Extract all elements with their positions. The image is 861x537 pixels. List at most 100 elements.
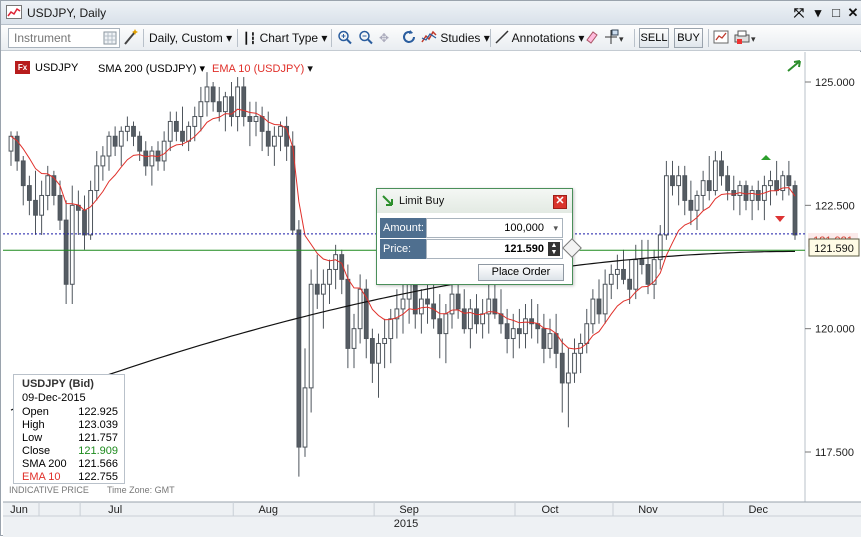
candle[interactable] — [719, 151, 724, 186]
candle[interactable] — [45, 165, 51, 211]
candle[interactable] — [327, 259, 332, 304]
candle[interactable] — [14, 131, 20, 171]
refresh-icon[interactable] — [401, 28, 417, 48]
candle[interactable] — [467, 299, 473, 349]
candle[interactable] — [94, 151, 100, 201]
candle[interactable] — [553, 313, 559, 369]
candle[interactable] — [161, 131, 167, 171]
candle[interactable] — [112, 126, 118, 156]
candle[interactable] — [210, 82, 216, 112]
candle[interactable] — [547, 318, 553, 359]
candle[interactable] — [498, 289, 504, 334]
chart-area[interactable]: 125.000 122.500 120.000 117.500 Jun Jul Aug Se… — [3, 52, 861, 537]
candle[interactable] — [376, 333, 381, 398]
instrument-selector[interactable] — [8, 28, 120, 48]
candle[interactable] — [351, 313, 357, 369]
time-axis[interactable] — [3, 502, 861, 537]
candle[interactable] — [106, 131, 112, 171]
legend-ema[interactable]: EMA 10 (USDJPY) ▾ — [212, 62, 313, 75]
candle[interactable] — [437, 294, 443, 359]
candle[interactable] — [253, 101, 259, 137]
candle[interactable] — [584, 308, 590, 354]
candle[interactable] — [480, 299, 486, 339]
candle[interactable] — [241, 77, 247, 127]
candle[interactable] — [75, 190, 81, 235]
candle[interactable] — [149, 146, 155, 186]
candle[interactable] — [247, 101, 253, 147]
candle[interactable] — [529, 299, 535, 339]
instrument-input[interactable] — [12, 30, 96, 46]
candle[interactable] — [614, 254, 620, 290]
candle[interactable] — [235, 77, 241, 132]
candle[interactable] — [167, 111, 173, 152]
candle[interactable] — [565, 348, 571, 428]
candle[interactable] — [792, 180, 798, 240]
candle[interactable] — [418, 289, 424, 334]
candle[interactable] — [400, 284, 406, 334]
candle[interactable] — [369, 328, 375, 383]
candle[interactable] — [394, 289, 400, 339]
candle[interactable] — [621, 249, 626, 285]
candle[interactable] — [124, 116, 130, 142]
candle[interactable] — [700, 170, 706, 211]
candle[interactable] — [676, 165, 682, 206]
candle[interactable] — [578, 333, 584, 374]
candle[interactable] — [523, 304, 528, 349]
candle[interactable] — [590, 289, 596, 334]
candle[interactable] — [657, 225, 663, 270]
zoom-out-icon[interactable] — [358, 28, 374, 48]
candle[interactable] — [670, 160, 675, 196]
price-axis[interactable] — [805, 52, 861, 502]
candle[interactable] — [706, 156, 712, 201]
candle[interactable] — [768, 170, 773, 206]
candle[interactable] — [780, 170, 786, 201]
candle[interactable] — [449, 284, 455, 329]
annotations-button[interactable]: Annotations ▾ — [495, 28, 584, 48]
candle[interactable] — [425, 279, 430, 324]
candle[interactable] — [388, 308, 394, 364]
sell-button[interactable]: SELL — [639, 28, 669, 48]
candle[interactable] — [143, 141, 149, 176]
candle[interactable] — [602, 269, 608, 324]
candle[interactable] — [357, 274, 363, 344]
candle[interactable] — [296, 220, 302, 477]
candle[interactable] — [333, 244, 339, 290]
candle[interactable] — [173, 111, 179, 142]
collapse-icon[interactable]: ▾ — [809, 4, 827, 22]
candle[interactable] — [492, 284, 498, 319]
dialog-close-icon[interactable]: ✕ — [553, 195, 567, 209]
candle[interactable] — [82, 195, 87, 250]
legend-instrument[interactable]: USDJPY — [35, 62, 78, 74]
amount-dropdown-icon[interactable]: ▾ — [553, 219, 558, 237]
candle[interactable] — [743, 180, 749, 211]
move-window-icon[interactable]: ⤧ — [790, 4, 808, 22]
candle[interactable] — [663, 160, 669, 240]
candle[interactable] — [265, 111, 271, 156]
candle[interactable] — [572, 338, 577, 383]
chart-type-button[interactable]: ┃┇ Chart Type ▾ — [243, 28, 327, 48]
instrument-grid-icon[interactable] — [103, 31, 117, 45]
candle[interactable] — [100, 146, 106, 181]
candle[interactable] — [20, 156, 26, 206]
candle[interactable] — [755, 180, 761, 211]
candle[interactable] — [63, 200, 69, 304]
candle[interactable] — [314, 254, 320, 309]
candle[interactable] — [712, 151, 718, 196]
candle[interactable] — [302, 348, 308, 457]
studies-button[interactable]: Studies ▾ — [421, 28, 490, 48]
candle[interactable] — [131, 121, 136, 147]
close-window-icon[interactable]: ✕ — [844, 4, 861, 22]
candle[interactable] — [486, 284, 492, 334]
buy-button[interactable]: BUY — [674, 28, 703, 48]
candle[interactable] — [608, 264, 614, 300]
chart-settings-icon[interactable] — [713, 28, 731, 48]
candle[interactable] — [259, 106, 265, 152]
candle[interactable] — [222, 91, 228, 132]
candle[interactable] — [725, 165, 731, 201]
period-selector[interactable]: Daily, Custom ▾ — [149, 28, 232, 48]
candle[interactable] — [737, 180, 743, 216]
maximize-icon[interactable]: □ — [827, 4, 845, 22]
candle[interactable] — [559, 338, 565, 413]
candle[interactable] — [731, 175, 737, 211]
candle[interactable] — [596, 279, 602, 324]
